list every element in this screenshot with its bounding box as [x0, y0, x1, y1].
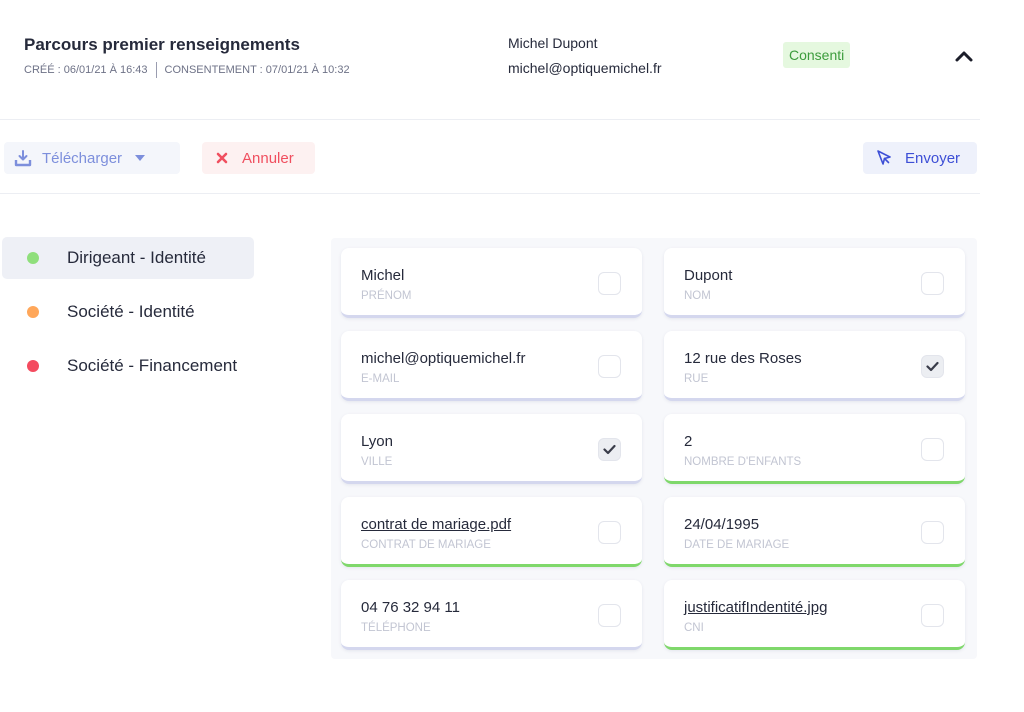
download-label: Télécharger: [42, 149, 123, 167]
consent-date: CONSENTEMENT : 07/01/21 À 10:32: [164, 64, 350, 76]
field-card[interactable]: michel@optiquemichel.fr E-MAIL: [341, 331, 642, 401]
field-card[interactable]: Dupont NOM: [664, 248, 965, 318]
download-button[interactable]: Télécharger: [4, 142, 180, 174]
file-link[interactable]: justificatifIndentité.jpg: [684, 599, 827, 616]
file-link[interactable]: contrat de mariage.pdf: [361, 516, 511, 533]
status-dot: [27, 306, 39, 318]
sidebar-item-label: Société - Identité: [67, 302, 195, 321]
section-nav: Dirigeant - Identité Société - Identité …: [2, 237, 262, 399]
download-icon: [14, 149, 32, 167]
field-card[interactable]: 2 NOMBRE D'ENFANTS: [664, 414, 965, 484]
field-value: 24/04/1995: [684, 516, 760, 533]
field-card[interactable]: Lyon VILLE: [341, 414, 642, 484]
fields-panel: Michel PRÉNOM Dupont NOM michel@optiquem…: [331, 238, 977, 659]
sidebar-item-dirigeant-identite[interactable]: Dirigeant - Identité: [2, 237, 254, 279]
sidebar-item-label: Dirigeant - Identité: [67, 248, 206, 267]
user-name: Michel Dupont: [508, 35, 598, 51]
cancel-label: Annuler: [242, 149, 294, 167]
cancel-button[interactable]: Annuler: [202, 142, 315, 174]
field-card[interactable]: 04 76 32 94 11 TÉLÉPHONE: [341, 580, 642, 650]
field-card[interactable]: justificatifIndentité.jpg CNI: [664, 580, 965, 650]
field-label: TÉLÉPHONE: [361, 622, 431, 634]
created-date: CRÉÉ : 06/01/21 À 16:43: [24, 64, 148, 76]
user-email: michel@optiquemichel.fr: [508, 60, 662, 76]
sidebar-item-label: Société - Financement: [67, 356, 238, 375]
field-checkbox[interactable]: [921, 521, 944, 544]
status-dot: [27, 360, 39, 372]
toolbar: Télécharger Annuler Envoyer: [0, 121, 980, 194]
field-checkbox[interactable]: [598, 438, 621, 461]
field-label: NOMBRE D'ENFANTS: [684, 456, 802, 468]
chevron-up-icon: [955, 51, 973, 62]
field-value: Michel: [361, 267, 405, 284]
sidebar-item-societe-identite[interactable]: Société - Identité: [2, 291, 254, 333]
status-dot: [27, 252, 39, 264]
field-label: RUE: [684, 373, 709, 385]
send-label: Envoyer: [905, 149, 961, 167]
field-card[interactable]: 24/04/1995 DATE DE MARIAGE: [664, 497, 965, 567]
journey-header: Parcours premier renseignements CRÉÉ : 0…: [0, 0, 980, 120]
field-label: E-MAIL: [361, 373, 400, 385]
field-checkbox[interactable]: [921, 355, 944, 378]
field-card[interactable]: contrat de mariage.pdf CONTRAT DE MARIAG…: [341, 497, 642, 567]
field-value: 12 rue des Roses: [684, 350, 802, 367]
field-checkbox[interactable]: [921, 272, 944, 295]
field-label: DATE DE MARIAGE: [684, 539, 790, 551]
page-title: Parcours premier renseignements: [24, 35, 300, 54]
status-badge: Consenti: [783, 42, 851, 68]
field-value: 2: [684, 433, 693, 450]
field-label: PRÉNOM: [361, 290, 412, 302]
field-checkbox[interactable]: [598, 521, 621, 544]
send-button[interactable]: Envoyer: [863, 142, 977, 174]
field-label: NOM: [684, 290, 711, 302]
field-checkbox[interactable]: [598, 604, 621, 627]
field-card[interactable]: 12 rue des Roses RUE: [664, 331, 965, 401]
field-card[interactable]: Michel PRÉNOM: [341, 248, 642, 318]
cursor-arrow-icon: [875, 149, 893, 167]
caret-down-icon: [134, 154, 146, 162]
check-icon: [926, 361, 939, 372]
journey-meta: CRÉÉ : 06/01/21 À 16:43 CONSENTEMENT : 0…: [24, 62, 350, 78]
sidebar-item-societe-financement[interactable]: Société - Financement: [2, 345, 254, 387]
field-checkbox[interactable]: [921, 438, 944, 461]
collapse-button[interactable]: [954, 48, 974, 64]
field-value: Lyon: [361, 433, 393, 450]
field-label: VILLE: [361, 456, 393, 468]
field-checkbox[interactable]: [598, 355, 621, 378]
field-value: Dupont: [684, 267, 733, 284]
field-checkbox[interactable]: [921, 604, 944, 627]
close-icon: [216, 152, 228, 164]
check-icon: [603, 444, 616, 455]
field-label: CONTRAT DE MARIAGE: [361, 539, 491, 551]
field-label: CNI: [684, 622, 704, 634]
field-value: 04 76 32 94 11: [361, 599, 460, 616]
meta-divider: [155, 62, 157, 78]
field-value: michel@optiquemichel.fr: [361, 350, 526, 367]
field-checkbox[interactable]: [598, 272, 621, 295]
